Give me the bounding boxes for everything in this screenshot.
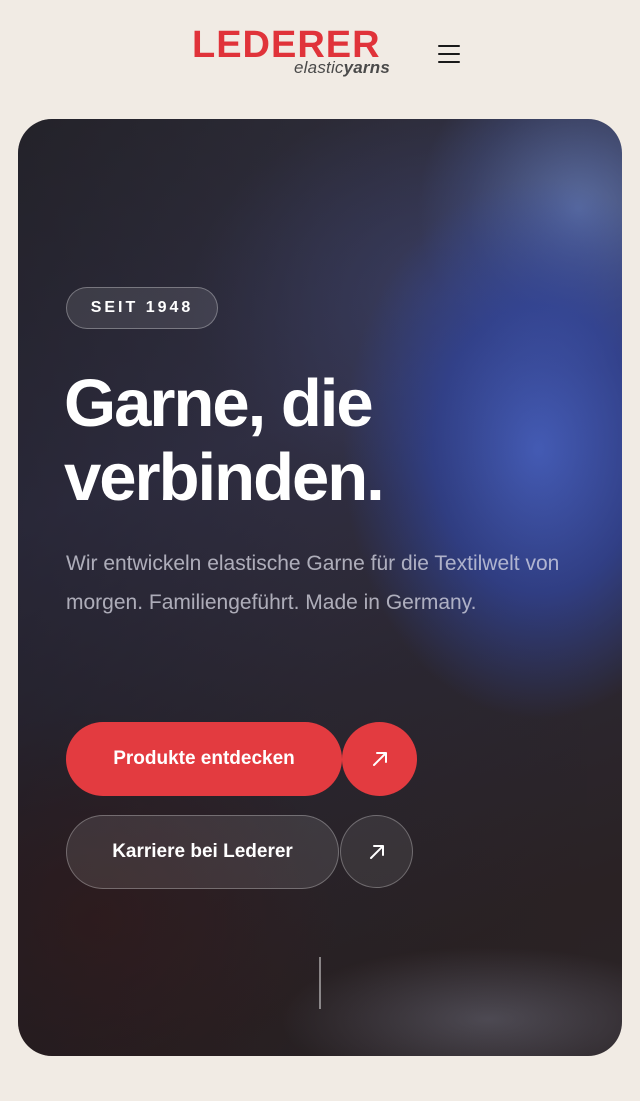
products-button-label: Produkte entdecken (113, 748, 295, 769)
products-arrow-button[interactable] (342, 722, 417, 796)
arrow-up-right-icon (342, 722, 417, 796)
menu-line (438, 45, 460, 47)
site-header: LEDERER elasticyarns (0, 0, 640, 118)
career-button[interactable]: Karriere bei Lederer (66, 815, 339, 889)
menu-line (438, 61, 460, 63)
scroll-indicator (319, 957, 321, 1009)
menu-line (438, 53, 460, 55)
logo-wordmark: LEDERER (192, 24, 381, 66)
career-button-label: Karriere bei Lederer (112, 841, 293, 862)
hero-section: SEIT 1948 Garne, die verbinden. Wir entw… (18, 119, 622, 1056)
hero-headline: Garne, die verbinden. (64, 366, 385, 515)
logo-tagline-bold: yarns (343, 58, 390, 77)
logo-tagline-light: elastic (294, 58, 344, 77)
lederer-logo[interactable]: LEDERER elasticyarns (192, 24, 392, 80)
career-arrow-button[interactable] (340, 815, 413, 888)
founded-badge: SEIT 1948 (66, 287, 218, 329)
products-button[interactable]: Produkte entdecken (66, 722, 342, 796)
logo-tagline: elasticyarns (294, 58, 390, 78)
hero-lead-text: Wir entwickeln elastische Garne für die … (66, 552, 560, 614)
arrow-up-right-icon (341, 816, 412, 887)
hamburger-menu-icon[interactable] (434, 40, 464, 68)
